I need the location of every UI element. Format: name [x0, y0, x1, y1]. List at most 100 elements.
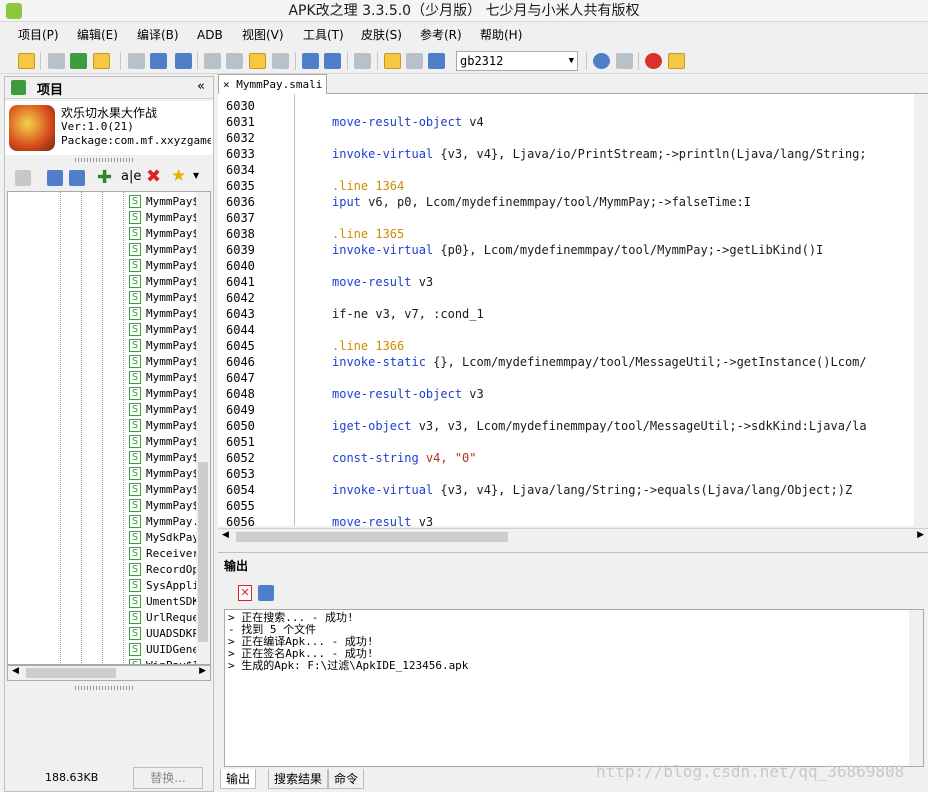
tree-item-label: MymmPay$	[146, 371, 198, 384]
tree-item[interactable]: S MymmPay$	[8, 290, 198, 306]
help-icon[interactable]	[593, 53, 610, 69]
editor-vertical-scrollbar[interactable]	[914, 94, 928, 526]
tree-item[interactable]: S MymmPay$	[8, 370, 198, 386]
copy-output-icon[interactable]	[258, 585, 274, 601]
refresh-icon[interactable]	[69, 170, 85, 186]
project-folder-icon[interactable]	[384, 53, 401, 69]
menu-skin[interactable]: 皮肤(S)	[357, 24, 406, 46]
tree-item[interactable]: S Receiver	[8, 546, 198, 562]
tree-item[interactable]: S MymmPay$	[8, 338, 198, 354]
tree-item[interactable]: S RecordOp	[8, 562, 198, 578]
scroll-thumb[interactable]	[198, 462, 208, 642]
image-icon[interactable]	[428, 53, 445, 69]
scroll-left-icon[interactable]: ◀	[12, 666, 19, 676]
undo-icon[interactable]	[302, 53, 319, 69]
tab-search-results[interactable]: 搜索结果	[268, 769, 329, 789]
delete-icon[interactable]: ✖	[146, 166, 161, 187]
splitter-grip[interactable]	[75, 158, 135, 162]
menu-adb[interactable]: ADB	[193, 24, 227, 46]
tree-item[interactable]: S MymmPay$	[8, 418, 198, 434]
tree-item[interactable]: S MymmPay$	[8, 402, 198, 418]
tree-item[interactable]: S MymmPay$	[8, 306, 198, 322]
output-log[interactable]: > 正在搜索... - 成功! - 找到 5 个文件 > 正在编译Apk... …	[224, 609, 924, 767]
copy-icon[interactable]	[204, 53, 221, 69]
tree-item[interactable]: S MymmPay$	[8, 242, 198, 258]
tree-item[interactable]: S MymmPay$	[8, 226, 198, 242]
smali-file-icon: S	[129, 339, 141, 352]
scroll-right-icon[interactable]: ▶	[917, 530, 924, 540]
notepad-icon[interactable]	[406, 53, 423, 69]
tree-item[interactable]: S MymmPay$	[8, 434, 198, 450]
tree-item[interactable]: S MymmPay$	[8, 194, 198, 210]
cut-icon[interactable]	[226, 53, 243, 69]
editor-horizontal-scrollbar[interactable]: ◀ ▶	[218, 528, 928, 544]
splitter-grip[interactable]	[75, 686, 135, 690]
find-icon[interactable]	[354, 53, 371, 69]
tree-item[interactable]: S MymmPay$	[8, 258, 198, 274]
tree-item[interactable]: S MymmPay$	[8, 274, 198, 290]
tree-item[interactable]: S UUIDGene	[8, 642, 198, 658]
tree-item[interactable]: S UmentSDK	[8, 594, 198, 610]
tree-item[interactable]: S MymmPay$	[8, 210, 198, 226]
chevron-down-icon[interactable]: ▼	[193, 171, 199, 180]
tree-item[interactable]: S MymmPay.	[8, 514, 198, 530]
menu-reference[interactable]: 参考(R)	[416, 24, 466, 46]
tree-item[interactable]: S MymmPay$	[8, 450, 198, 466]
tree-item[interactable]: S MymmPay$	[8, 482, 198, 498]
open-icon[interactable]	[47, 170, 63, 186]
tab-command[interactable]: 命令	[328, 769, 365, 789]
scroll-thumb[interactable]	[236, 532, 508, 542]
menu-build[interactable]: 编译(B)	[133, 24, 183, 46]
paste-icon[interactable]	[249, 53, 266, 69]
tree-item[interactable]: S MymmPay$	[8, 498, 198, 514]
tree-item[interactable]: S MySdkPay	[8, 530, 198, 546]
code-editor[interactable]: 6030 6031 move-result-object v4 6032 6033 inv…	[218, 94, 928, 526]
redo-icon[interactable]	[324, 53, 341, 69]
menu-view[interactable]: 视图(V)	[238, 24, 288, 46]
tree-item[interactable]: S MymmPay$	[8, 322, 198, 338]
tree-horizontal-scrollbar[interactable]: ◀ ▶	[7, 665, 211, 681]
tree-vertical-scrollbar[interactable]	[196, 192, 210, 664]
tree-item[interactable]: S UUADSDKP	[8, 626, 198, 642]
bug-icon[interactable]	[616, 53, 633, 69]
chevron-down-icon[interactable]: ▼	[569, 52, 574, 70]
scroll-right-icon[interactable]: ▶	[199, 666, 206, 676]
open-folder-icon[interactable]	[18, 53, 35, 69]
encoding-select[interactable]: gb2312 ▼	[456, 51, 578, 71]
home-icon[interactable]	[668, 53, 685, 69]
scroll-left-icon[interactable]: ◀	[222, 530, 229, 540]
tree-item[interactable]: S SysAppli	[8, 578, 198, 594]
output-vertical-scrollbar[interactable]	[909, 610, 923, 766]
favorite-star-icon[interactable]: ★	[171, 166, 186, 186]
tree-item[interactable]: S MymmPay$	[8, 466, 198, 482]
smali-file-icon: S	[129, 403, 141, 416]
apk-icon[interactable]	[48, 53, 65, 69]
tree-item[interactable]: S UrlReque	[8, 610, 198, 626]
tree-item[interactable]: S MymmPay$	[8, 386, 198, 402]
menu-edit[interactable]: 编辑(E)	[73, 24, 122, 46]
tab-output[interactable]: 输出	[220, 769, 257, 789]
document-icon[interactable]	[15, 170, 31, 186]
tree-item[interactable]: S MymmPay$	[8, 354, 198, 370]
replace-icon[interactable]	[272, 53, 289, 69]
clear-output-icon[interactable]: ✕	[238, 585, 252, 601]
tree-item-label: MymmPay$	[146, 275, 198, 288]
collapse-panel-icon[interactable]: «	[197, 79, 205, 94]
open-apk-folder-icon[interactable]	[93, 53, 110, 69]
weibo-icon[interactable]	[645, 53, 662, 69]
save-as-icon[interactable]	[175, 53, 192, 69]
build-apk-icon[interactable]	[70, 53, 87, 69]
tab-close-icon[interactable]: ×	[223, 78, 230, 91]
menu-tools[interactable]: 工具(T)	[299, 24, 348, 46]
save-icon[interactable]	[128, 53, 145, 69]
scroll-thumb[interactable]	[26, 668, 116, 678]
add-icon[interactable]: ✚	[97, 167, 112, 188]
tab-mymmpay-smali[interactable]: × MymmPay.smali	[218, 74, 328, 94]
menu-project[interactable]: 项目(P)	[14, 24, 63, 46]
replace-button[interactable]: 替换...	[133, 767, 203, 789]
line-number: 6037	[226, 211, 255, 225]
tree-item[interactable]: SWinPay$1	[8, 658, 198, 664]
menu-help[interactable]: 帮助(H)	[476, 24, 526, 46]
save-all-icon[interactable]	[150, 53, 167, 69]
rename-icon[interactable]: a|e	[121, 169, 141, 184]
